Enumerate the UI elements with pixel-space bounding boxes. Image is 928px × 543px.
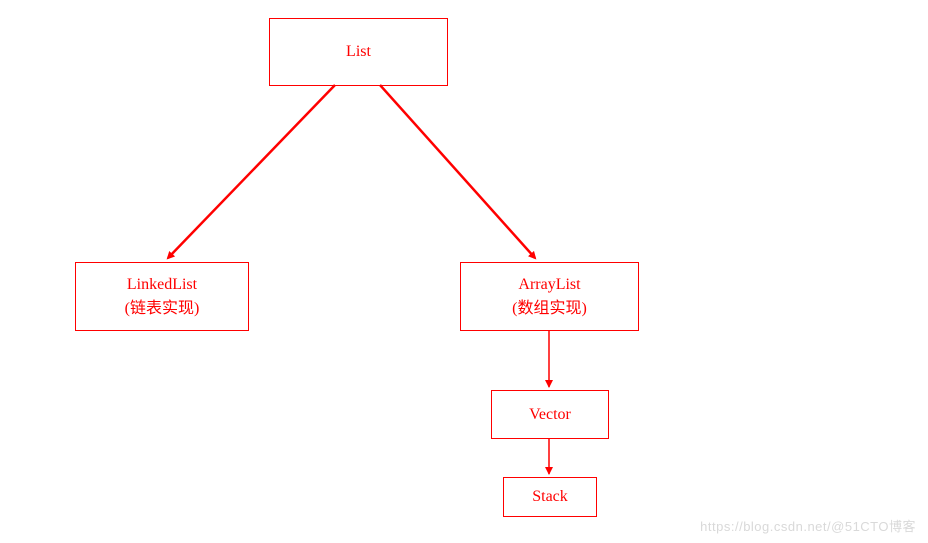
node-arraylist-line2: (数组实现) [512, 300, 587, 317]
node-stack-label: Stack [532, 485, 568, 509]
node-arraylist-line1: ArrayList [518, 276, 580, 293]
node-vector-label: Vector [529, 403, 571, 427]
node-vector: Vector [491, 390, 609, 439]
arrow-list-to-linkedlist [168, 85, 335, 258]
node-arraylist: ArrayList (数组实现) [460, 262, 639, 331]
node-stack: Stack [503, 477, 597, 517]
watermark: https://blog.csdn.net/@51CTO博客 [700, 516, 916, 535]
node-linkedlist: LinkedList (链表实现) [75, 262, 249, 331]
node-list: List [269, 18, 448, 86]
node-linkedlist-line2: (链表实现) [125, 300, 200, 317]
node-linkedlist-line1: LinkedList [127, 276, 197, 293]
arrow-list-to-arraylist [380, 85, 535, 258]
node-list-label: List [346, 40, 371, 64]
